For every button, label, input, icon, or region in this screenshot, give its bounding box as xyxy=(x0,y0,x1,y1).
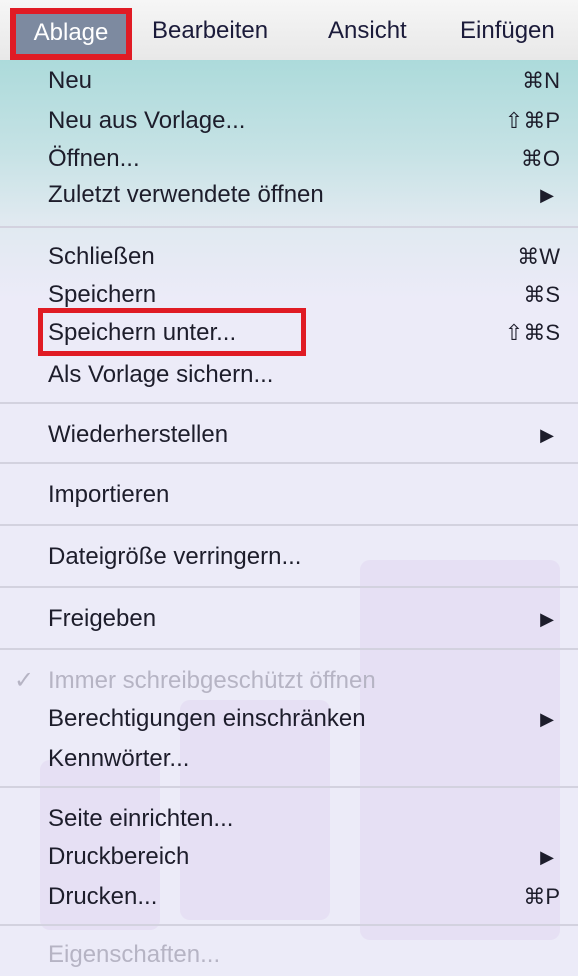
menu-bearbeiten[interactable]: Bearbeiten xyxy=(152,12,268,50)
menu-item-label: Berechtigungen einschränken xyxy=(48,705,366,732)
menu-item-label: Öffnen... xyxy=(48,145,140,172)
menu-item-berechtigungen-einschraenken[interactable]: Berechtigungen einschränken ▶ xyxy=(48,700,568,738)
menu-item-neu[interactable]: Neu ⌘N xyxy=(48,62,568,100)
menu-item-drucken[interactable]: Drucken... ⌘P xyxy=(48,878,568,916)
submenu-arrow-icon: ▶ xyxy=(540,425,554,445)
menu-separator xyxy=(0,462,578,464)
menu-item-eigenschaften: Eigenschaften... xyxy=(48,936,568,974)
menu-separator xyxy=(0,226,578,228)
menu-separator xyxy=(0,648,578,650)
shortcut-label: ⇧⌘S xyxy=(504,320,560,345)
shortcut-label: ⌘O xyxy=(520,146,560,171)
menu-item-als-vorlage-sichern[interactable]: Als Vorlage sichern... xyxy=(48,356,568,394)
menu-item-schliessen[interactable]: Schließen ⌘W xyxy=(48,238,568,276)
shortcut-label: ⌘P xyxy=(523,884,560,909)
menu-separator xyxy=(0,586,578,588)
menu-item-label: Drucken... xyxy=(48,883,158,910)
menu-item-label: Neu xyxy=(48,67,93,94)
menu-item-label: Zuletzt verwendete öffnen xyxy=(48,181,324,208)
menu-item-seite-einrichten[interactable]: Seite einrichten... xyxy=(48,800,568,838)
screenshot-root: Ablage Bearbeiten Ansicht Einfügen Neu ⌘… xyxy=(0,0,578,976)
menu-item-importieren[interactable]: Importieren xyxy=(48,476,568,514)
menu-separator xyxy=(0,924,578,926)
menu-item-neu-aus-vorlage[interactable]: Neu aus Vorlage... ⇧⌘P xyxy=(48,102,568,140)
checkmark-icon: ✓ xyxy=(14,667,35,694)
submenu-arrow-icon: ▶ xyxy=(540,185,554,205)
menu-item-label: Dateigröße verringern... xyxy=(48,543,302,570)
highlight-box xyxy=(38,308,306,356)
menu-item-kennwoerter[interactable]: Kennwörter... xyxy=(48,740,568,778)
menu-separator xyxy=(0,402,578,404)
menu-item-label: Als Vorlage sichern... xyxy=(48,361,274,388)
menu-item-label: Kennwörter... xyxy=(48,745,190,772)
menu-item-freigeben[interactable]: Freigeben ▶ xyxy=(48,600,568,638)
menu-item-wiederherstellen[interactable]: Wiederherstellen ▶ xyxy=(48,416,568,454)
menu-item-label: Freigeben xyxy=(48,605,157,632)
submenu-arrow-icon: ▶ xyxy=(540,709,554,729)
menu-bar: Ablage Bearbeiten Ansicht Einfügen xyxy=(0,0,578,60)
submenu-arrow-icon: ▶ xyxy=(540,609,554,629)
menu-item-label: Importieren xyxy=(48,481,170,508)
menu-item-label: Eigenschaften... xyxy=(48,941,221,968)
menu-item-label: Seite einrichten... xyxy=(48,805,234,832)
menu-item-dateigroesse-verringern[interactable]: Dateigröße verringern... xyxy=(48,538,568,576)
menu-item-label: Immer schreibgeschützt öffnen xyxy=(48,667,376,694)
menu-item-label: Neu aus Vorlage... xyxy=(48,107,246,134)
menu-separator xyxy=(0,786,578,788)
menu-item-oeffnen[interactable]: Öffnen... ⌘O xyxy=(48,140,568,178)
menu-separator xyxy=(0,524,578,526)
shortcut-label: ⌘S xyxy=(523,282,560,307)
menu-item-immer-schreibgeschuetzt: ✓ Immer schreibgeschützt öffnen xyxy=(14,662,568,700)
menu-item-druckbereich[interactable]: Druckbereich ▶ xyxy=(48,838,568,876)
menu-item-zuletzt-verwendete[interactable]: Zuletzt verwendete öffnen ▶ xyxy=(48,176,568,214)
shortcut-label: ⌘N xyxy=(522,68,560,93)
menu-item-label: Wiederherstellen xyxy=(48,421,229,448)
menu-ansicht[interactable]: Ansicht xyxy=(328,12,407,50)
menu-ablage[interactable]: Ablage xyxy=(10,8,132,60)
submenu-arrow-icon: ▶ xyxy=(540,847,554,867)
menu-einfuegen[interactable]: Einfügen xyxy=(460,12,555,50)
menu-item-label: Druckbereich xyxy=(48,843,190,870)
shortcut-label: ⇧⌘P xyxy=(504,108,560,133)
menu-item-label: Schließen xyxy=(48,243,155,270)
shortcut-label: ⌘W xyxy=(517,244,560,269)
